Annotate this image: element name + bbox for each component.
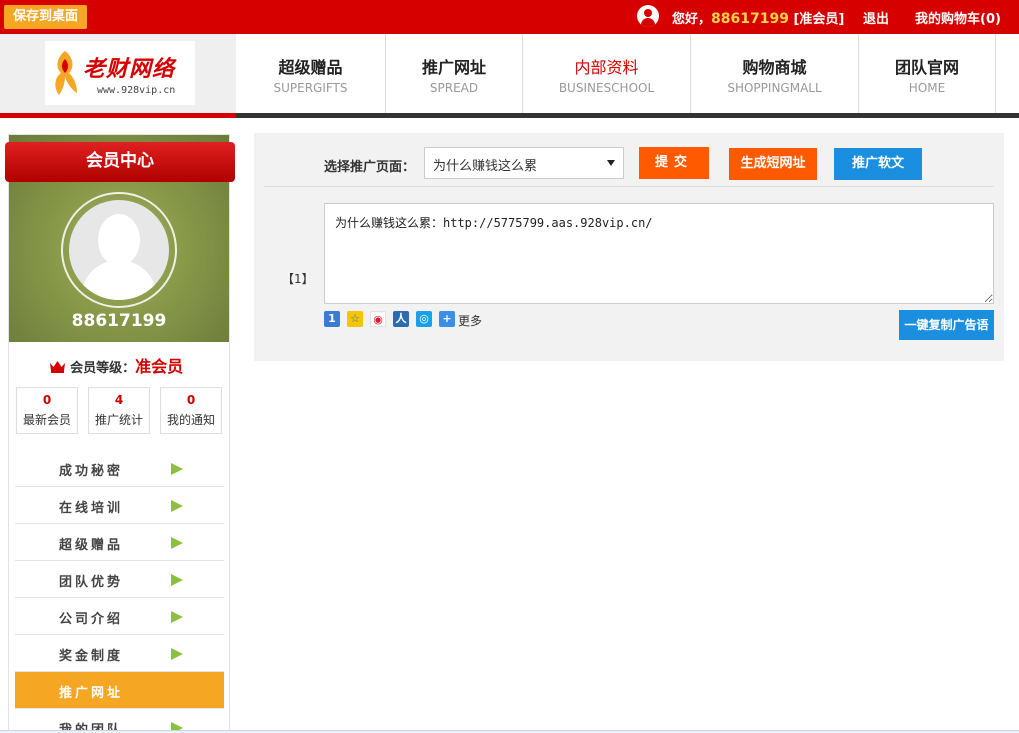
profile-username: 88617199 — [71, 311, 167, 331]
arrow-right-icon — [171, 463, 183, 475]
caret-down-icon — [607, 160, 615, 166]
stat-label: 我的通知 — [166, 413, 215, 427]
sidebar-item-label: 奖金制度 — [59, 649, 124, 664]
nav-sublabel: SHOPPINGMALL — [727, 81, 822, 95]
stat-count: 0 — [42, 393, 52, 407]
avatar[interactable] — [69, 200, 169, 300]
share-more-label[interactable]: 更多 — [458, 312, 482, 329]
sidebar-item-team-advantage[interactable]: 团队优势 — [15, 561, 224, 598]
nav-item-home[interactable]: 团队官网 HOME — [859, 34, 996, 113]
greeting: 您好，88617199 [准会员] — [672, 8, 844, 27]
sidebar-item-spread-url[interactable]: 推广网址 — [15, 672, 224, 709]
nav-label: 超级赠品 — [278, 58, 343, 77]
save-to-desktop-button[interactable]: 保存到桌面 — [4, 5, 88, 29]
sidebar-item-label: 成功秘密 — [59, 464, 124, 479]
sidebar-item-label: 超级赠品 — [59, 538, 124, 553]
nav-item-spread[interactable]: 推广网址 SPREAD — [386, 34, 523, 113]
sidebar-menu: 成功秘密 在线培训 超级赠品 团队优势 公司介绍 奖金制度 推广网址 我的团队 — [15, 450, 224, 733]
greeting-text: 您好， — [672, 12, 712, 27]
soft-article-button[interactable]: 推广软文 — [834, 148, 922, 180]
nav-item-businesschool[interactable]: 内部资料 BUSINESCHOOL — [523, 34, 691, 113]
sidebar-item-label: 团队优势 — [59, 575, 124, 590]
sidebar-item-online-training[interactable]: 在线培训 — [15, 487, 224, 524]
ad-text-area[interactable]: 为什么赚钱这么累：http://5775799.aas.928vip.cn/ — [324, 203, 994, 304]
member-center-title: 会员中心 — [5, 142, 235, 182]
stat-count: 0 — [186, 393, 196, 407]
nav-sublabel: HOME — [908, 81, 946, 95]
member-tag: [准会员] — [793, 12, 845, 27]
share-qq-star-icon[interactable]: ☆ — [347, 311, 363, 327]
share-pengyou-icon[interactable]: ◎ — [416, 311, 432, 327]
nav-item-supergifts[interactable]: 超级赠品 SUPERGIFTS — [236, 34, 386, 113]
arrow-right-icon — [171, 611, 183, 623]
nav-label: 购物商城 — [742, 58, 807, 77]
share-qzone-icon[interactable]: 1 — [324, 311, 340, 327]
stat-label: 最新会员 — [22, 413, 71, 427]
logout-link[interactable]: 退出 — [863, 8, 889, 27]
sidebar: 88617199 会员中心 会员等级：准会员 0 最新会员 4 推广统计 0 我… — [5, 134, 235, 733]
select-value: 为什么赚钱这么累 — [433, 159, 538, 174]
nav-item-shoppingmall[interactable]: 购物商城 SHOPPINGMALL — [691, 34, 859, 113]
stat-label: 推广统计 — [94, 413, 143, 427]
logo-url: www.928vip.cn — [97, 85, 176, 96]
logo-area: 老财网络 www.928vip.cn — [0, 34, 236, 113]
stat-new-members[interactable]: 0 最新会员 — [16, 387, 78, 434]
submit-button[interactable]: 提交 — [639, 147, 709, 179]
nav-sublabel: SPREAD — [429, 81, 479, 95]
cart-link[interactable]: 我的购物车(0) — [915, 8, 1001, 27]
nav-label: 团队官网 — [894, 58, 959, 77]
share-renren-icon[interactable]: 人 — [393, 311, 409, 327]
logo-text: 老财网络 — [83, 57, 176, 82]
header: 老财网络 www.928vip.cn 超级赠品 SUPERGIFTS 推广网址 … — [0, 34, 1019, 113]
member-level-value: 准会员 — [135, 357, 184, 376]
arrow-right-icon — [171, 537, 183, 549]
sidebar-item-success-secret[interactable]: 成功秘密 — [15, 450, 224, 487]
stat-promotion[interactable]: 4 推广统计 — [88, 387, 150, 434]
panel-divider — [264, 186, 994, 187]
copy-ad-button[interactable]: 一键复制广告语 — [899, 310, 994, 340]
sidebar-item-company-intro[interactable]: 公司介绍 — [15, 598, 224, 635]
sidebar-item-label: 在线培训 — [59, 501, 124, 516]
stat-notifications[interactable]: 0 我的通知 — [160, 387, 222, 434]
sidebar-item-label: 推广网址 — [59, 686, 124, 701]
nav-sublabel: BUSINESCHOOL — [558, 81, 655, 95]
logo-mark-icon — [55, 51, 77, 95]
user-id: 88617199 — [711, 11, 789, 27]
header-divider-accent — [0, 113, 236, 118]
ad-index: 【1】 — [282, 272, 314, 286]
arrow-right-icon — [171, 574, 183, 586]
arrow-right-icon — [171, 648, 183, 660]
sidebar-item-label: 公司介绍 — [59, 612, 124, 627]
logo[interactable]: 老财网络 www.928vip.cn — [45, 41, 195, 105]
short-url-button[interactable]: 生成短网址 — [729, 148, 817, 180]
user-icon — [637, 5, 659, 27]
sidebar-item-bonus-system[interactable]: 奖金制度 — [15, 635, 224, 672]
nav-label: 推广网址 — [421, 58, 486, 77]
member-level: 会员等级：准会员 — [49, 353, 183, 377]
select-page-label: 选择推广页面： — [324, 160, 416, 175]
crown-icon — [50, 361, 65, 373]
nav-sublabel: SUPERGIFTS — [273, 81, 348, 95]
top-bar: 保存到桌面 您好，88617199 [准会员] 退出 我的购物车(0) — [0, 0, 1019, 34]
promotion-page-select[interactable]: 为什么赚钱这么累 — [424, 147, 624, 179]
share-weibo-icon[interactable]: ◉ — [370, 311, 386, 327]
promotion-panel: 选择推广页面： 为什么赚钱这么累 提交 生成短网址 推广软文 【1】 为什么赚钱… — [254, 133, 1004, 361]
share-more-icon[interactable]: + — [439, 311, 455, 327]
member-level-label: 会员等级： — [70, 361, 136, 376]
arrow-right-icon — [171, 500, 183, 512]
nav-label: 内部资料 — [574, 58, 639, 77]
sidebar-item-super-gifts[interactable]: 超级赠品 — [15, 524, 224, 561]
stat-count: 4 — [114, 393, 124, 407]
